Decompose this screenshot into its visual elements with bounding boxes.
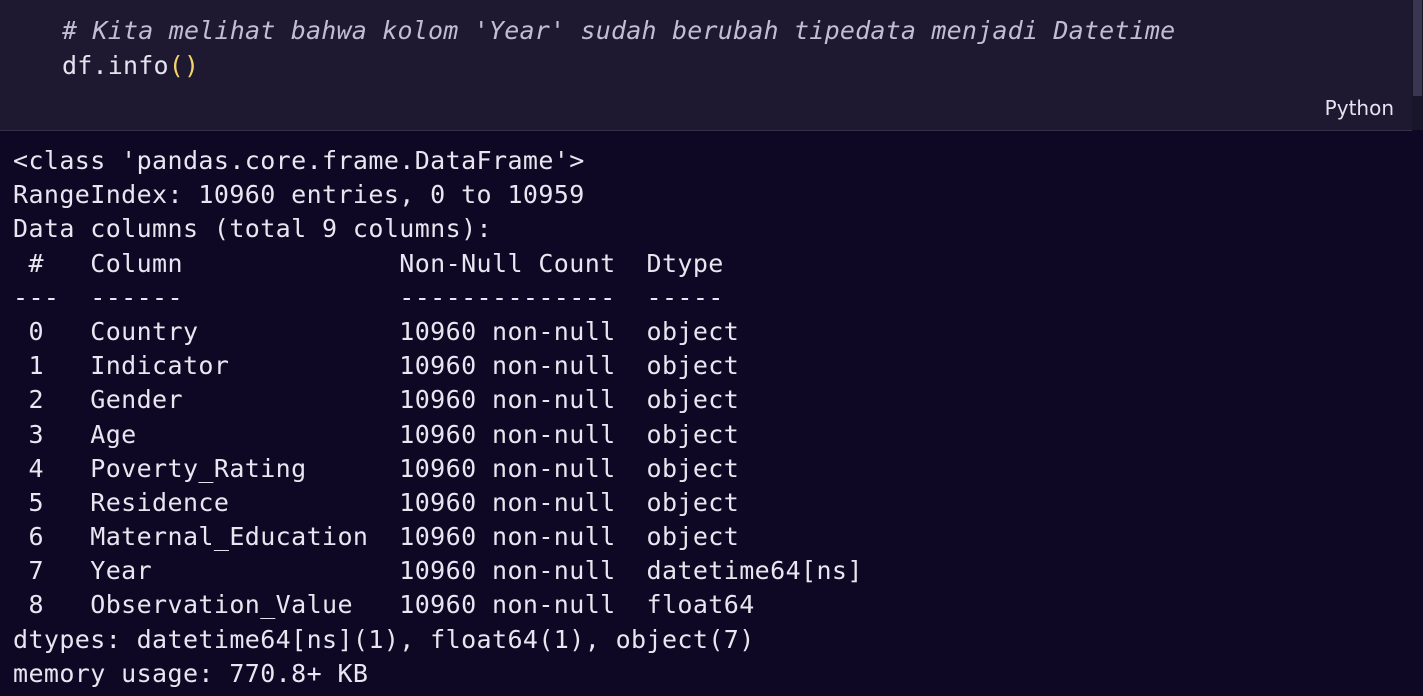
scrollbar-thumb[interactable] (1413, 0, 1422, 96)
output-table-row: 1 Indicator 10960 non-null object (13, 351, 740, 381)
output-table-row: 2 Gender 10960 non-null object (13, 385, 740, 415)
cell-output: <class 'pandas.core.frame.DataFrame'> Ra… (13, 144, 863, 691)
code-cell-input[interactable]: # Kita melihat bahwa kolom 'Year' sudah … (0, 0, 1412, 131)
output-table-row: 0 Country 10960 non-null object (13, 316, 740, 346)
code-close-paren: ) (184, 51, 200, 80)
output-table-row: 3 Age 10960 non-null object (13, 419, 740, 449)
code-cell-scrollbar[interactable] (1412, 0, 1423, 130)
output-table-row: 5 Residence 10960 non-null object (13, 487, 740, 517)
cell-language-label[interactable]: Python (1325, 96, 1394, 120)
output-table-row: 7 Year 10960 non-null datetime64[ns] (13, 556, 863, 586)
code-open-paren: ( (168, 51, 185, 80)
output-table-row: 8 Observation_Value 10960 non-null float… (13, 590, 755, 620)
output-table-row: 4 Poverty_Rating 10960 non-null object (13, 453, 740, 483)
output-line: <class 'pandas.core.frame.DataFrame'> (13, 146, 585, 175)
output-dtypes-summary: dtypes: datetime64[ns](1), float64(1), o… (13, 624, 755, 654)
output-table-header: # Column Non-Null Count Dtype (13, 248, 724, 278)
output-line: RangeIndex: 10960 entries, 0 to 10959 (13, 180, 585, 210)
code-call: df.info (62, 51, 169, 80)
code-comment: # Kita melihat bahwa kolom 'Year' sudah … (62, 16, 1176, 45)
code-statement: df.info() (62, 49, 199, 83)
output-table-row: 6 Maternal_Education 10960 non-null obje… (13, 522, 740, 552)
output-line: Data columns (total 9 columns): (13, 214, 492, 244)
output-table-separator: --- ------ -------------- ----- (13, 282, 724, 312)
output-memory-usage: memory usage: 770.8+ KB (13, 658, 369, 688)
